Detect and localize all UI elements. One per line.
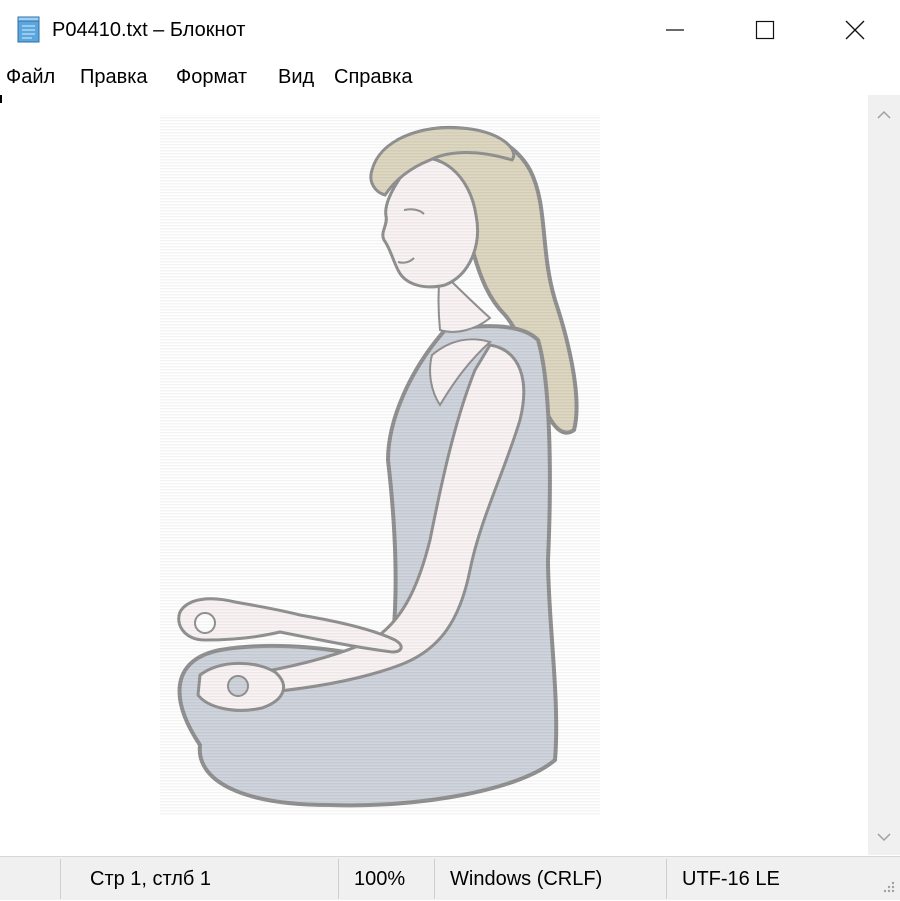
menu-format[interactable]: Формат — [176, 62, 247, 92]
title-bar: P04410.txt – Блокнот — [0, 0, 900, 60]
menu-bar: Файл Правка Формат Вид Справка — [0, 62, 900, 94]
notepad-icon — [16, 14, 42, 44]
close-button[interactable] — [810, 0, 900, 60]
status-separator — [60, 859, 61, 899]
meditating-woman-art — [160, 115, 600, 815]
window-title: P04410.txt – Блокнот — [52, 19, 246, 41]
menu-help[interactable]: Справка — [334, 62, 412, 92]
scroll-down-icon[interactable] — [874, 827, 894, 847]
menu-view[interactable]: Вид — [278, 62, 314, 92]
status-bar: Стр 1, стлб 1 100% Windows (CRLF) UTF-16… — [0, 856, 900, 900]
minimize-icon — [666, 29, 684, 31]
menu-file[interactable]: Файл — [6, 62, 55, 92]
menu-edit[interactable]: Правка — [80, 62, 148, 92]
status-zoom: 100% — [354, 868, 406, 890]
status-encoding: UTF-16 LE — [682, 868, 780, 890]
close-icon — [845, 20, 865, 40]
status-separator — [434, 859, 435, 899]
text-edit-area[interactable] — [0, 95, 868, 855]
maximize-icon — [755, 20, 775, 40]
status-position: Стр 1, стлб 1 — [90, 868, 212, 890]
resize-grip-icon[interactable] — [878, 876, 896, 894]
status-separator — [666, 859, 667, 899]
status-line-endings: Windows (CRLF) — [450, 868, 603, 890]
scroll-up-icon[interactable] — [874, 105, 894, 125]
maximize-button[interactable] — [720, 0, 810, 60]
status-separator — [338, 859, 339, 899]
minimize-button[interactable] — [630, 0, 720, 60]
vertical-scrollbar[interactable] — [868, 95, 900, 855]
